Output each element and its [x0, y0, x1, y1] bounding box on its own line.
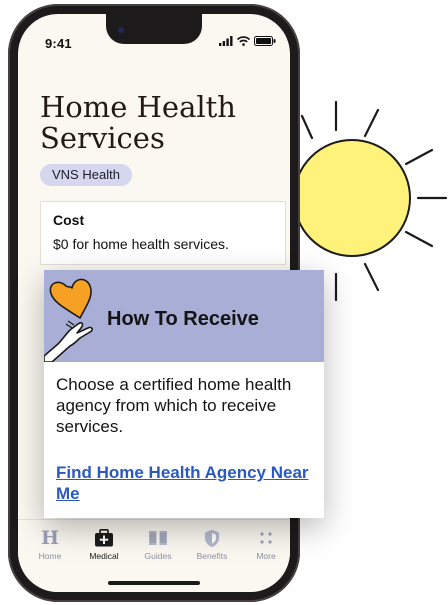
- camera-dot: [118, 27, 124, 33]
- tab-guides[interactable]: Guides: [133, 528, 183, 561]
- tab-medical[interactable]: Medical: [79, 528, 129, 561]
- how-to-receive-header: How To Receive: [44, 270, 324, 362]
- tab-more-label: More: [256, 551, 276, 561]
- tab-benefits-label: Benefits: [196, 551, 228, 561]
- phone-notch: [106, 14, 202, 44]
- home-indicator: [108, 581, 200, 585]
- tab-guides-label: Guides: [144, 551, 172, 561]
- how-to-receive-heading: How To Receive: [107, 308, 259, 330]
- how-to-receive-body: Choose a certified home health agency fr…: [56, 375, 292, 436]
- page-title: Home Health Services: [40, 90, 236, 155]
- cost-text: $0 for home health services.: [53, 236, 229, 252]
- home-h-icon: H: [41, 527, 59, 549]
- dots-grid-icon: [260, 532, 272, 544]
- tab-more[interactable]: More: [241, 528, 290, 561]
- hand-heart-icon: [44, 278, 93, 362]
- medical-kit-icon: [95, 529, 113, 547]
- tab-home-label: Home: [38, 551, 62, 561]
- tab-benefits[interactable]: Benefits: [187, 528, 237, 561]
- shield-icon: [205, 529, 219, 547]
- battery-icon: [254, 36, 276, 46]
- book-icon: [149, 531, 167, 545]
- how-to-receive-card: How To Receive Choose a certified home h…: [44, 270, 324, 518]
- wifi-icon: [237, 36, 250, 46]
- tab-medical-label: Medical: [89, 551, 119, 561]
- status-time: 9:41: [45, 36, 72, 51]
- provider-badge: VNS Health: [40, 164, 132, 186]
- bottom-tab-bar: H Home Medical Guides Benefits More: [18, 519, 290, 592]
- signal-icon: [219, 36, 233, 46]
- status-icons: [219, 36, 276, 46]
- cost-heading: Cost: [53, 212, 85, 228]
- cost-card: Cost $0 for home health services.: [40, 201, 286, 265]
- tab-home[interactable]: H Home: [25, 528, 75, 561]
- find-agency-link[interactable]: Find Home Health Agency Near Me: [56, 462, 318, 504]
